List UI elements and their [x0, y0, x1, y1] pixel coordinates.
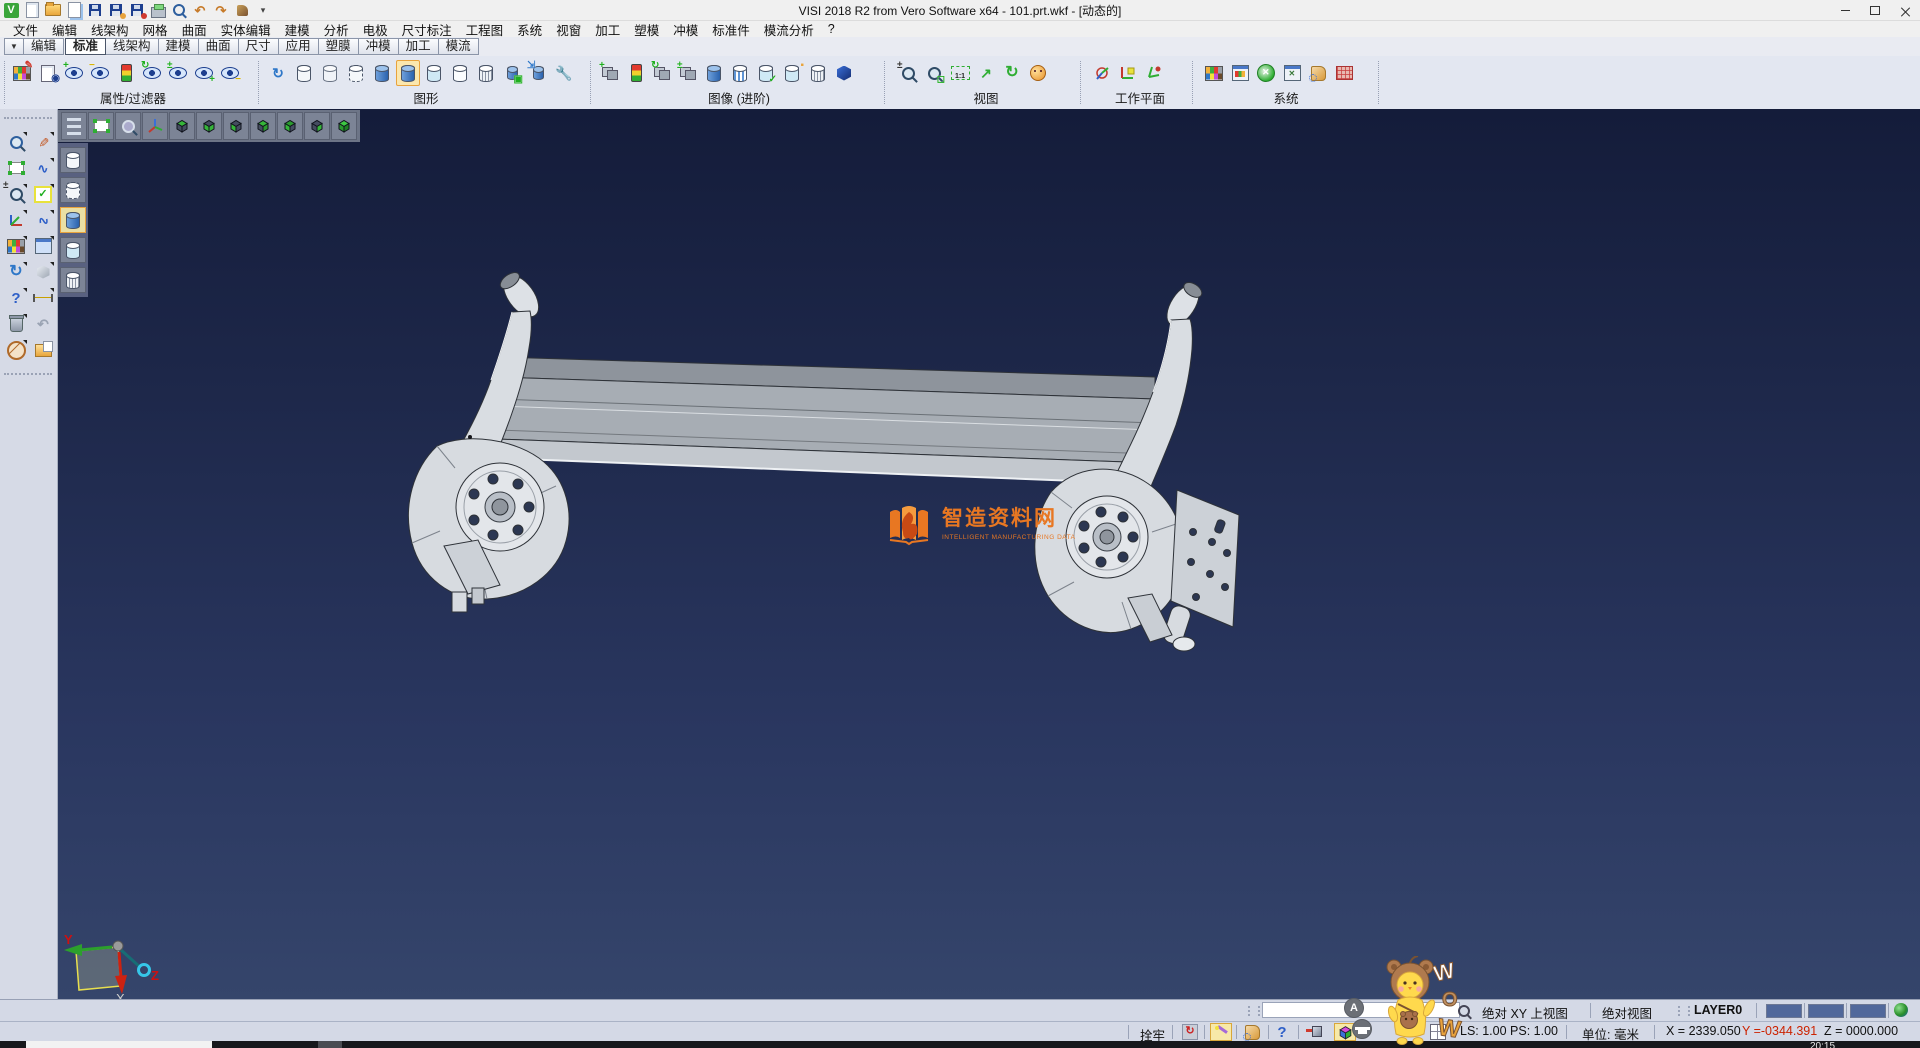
coord-y-readout: Y =-0344.391	[1742, 1024, 1817, 1038]
display-hidden-line-cylinder-icon[interactable]	[60, 177, 86, 203]
display-wireframe-cylinder-icon[interactable]	[60, 147, 86, 173]
z-axis-label: Z	[151, 968, 159, 983]
desktop-mascot: W O W	[1372, 956, 1472, 1048]
mascot-outfit-badge[interactable]	[1352, 1019, 1372, 1039]
view-reference-label[interactable]: 绝对 XY 上视图	[1482, 1003, 1568, 1022]
toolbar-drag-handle[interactable]	[1248, 1006, 1260, 1016]
view-bottom-cube-icon[interactable]	[196, 112, 222, 140]
view-menu-list-icon[interactable]	[61, 112, 87, 140]
view-mode-label[interactable]: 绝对视图	[1602, 1003, 1652, 1022]
view-back-cube-icon[interactable]	[250, 112, 276, 140]
watermark-logo-icon	[886, 502, 932, 546]
svg-text:W: W	[1436, 1014, 1463, 1044]
shirt-icon	[1358, 1027, 1367, 1034]
view-top-cube-icon[interactable]	[169, 112, 195, 140]
cad-model-axle[interactable]	[408, 268, 1239, 651]
view-front-cube-icon[interactable]	[223, 112, 249, 140]
application-window: V ↶ ↷ ▾ VISI 2018 R2 from Vero Software …	[0, 0, 1920, 1048]
display-shaded-cylinder-icon[interactable]	[60, 207, 86, 233]
mascot-character	[1387, 956, 1437, 1045]
z-axis-marker	[139, 965, 150, 976]
layer-color-swatch[interactable]	[1808, 1004, 1844, 1018]
view-toolbar	[58, 110, 360, 142]
stamp-tool-icon[interactable]	[1242, 1024, 1262, 1040]
snap-intersection-icon[interactable]	[1304, 1024, 1324, 1040]
toolbar-drag-handle[interactable]	[1678, 1006, 1690, 1016]
svg-text:O: O	[1442, 989, 1458, 1011]
view-left-cube-icon[interactable]	[277, 112, 303, 140]
coord-x-readout: X = 2339.050	[1666, 1024, 1741, 1038]
selection-wand-icon[interactable]	[1210, 1023, 1232, 1041]
taskbar-search-box[interactable]	[26, 1041, 212, 1048]
display-transparent-cylinder-icon[interactable]	[60, 237, 86, 263]
axis-triad-icon[interactable]	[142, 112, 168, 140]
assistant-badge[interactable]: A	[1344, 998, 1364, 1018]
layer-color-swatch[interactable]	[1766, 1004, 1802, 1018]
zoom-dynamic-magnifier-icon[interactable]	[115, 112, 141, 140]
query-help-icon[interactable]: ?	[1272, 1024, 1292, 1040]
display-mode-strip	[58, 143, 88, 297]
windows-taskbar: 20:15	[0, 1041, 1920, 1048]
watermark-subtitle: INTELLIGENT MANUFACTURING DATA	[942, 534, 1075, 541]
zoom-window-icon[interactable]	[88, 112, 114, 140]
view-right-cube-icon[interactable]	[304, 112, 330, 140]
globe-icon[interactable]	[1894, 1003, 1908, 1017]
ucs-triad: Y X Z	[64, 932, 159, 1006]
svg-text:W: W	[1431, 958, 1457, 987]
y-axis-label: Y	[64, 932, 73, 947]
status-bar-bottom: 拴牢 ↻ ? LS: 1.00 PS: 1.00 单位: 毫米 X = 2339…	[0, 1021, 1920, 1042]
scale-info-label: LS: 1.00 PS: 1.00	[1460, 1024, 1558, 1038]
watermark-title: 智造资料网	[942, 502, 1075, 532]
display-hatched-cylinder-icon[interactable]	[60, 267, 86, 293]
view-isometric-cube-icon[interactable]	[331, 112, 357, 140]
lock-refresh-icon[interactable]: ↻	[1180, 1024, 1200, 1040]
status-bar-top: 绝对 XY 上视图 绝对视图 LAYER0	[0, 999, 1920, 1021]
triad-origin	[113, 941, 123, 951]
mascot-wow-letters: W O W	[1431, 958, 1462, 1044]
coord-z-readout: Z = 0000.000	[1824, 1024, 1898, 1038]
layer-color-swatch[interactable]	[1850, 1004, 1886, 1018]
taskbar-clock[interactable]: 20:15	[1810, 1041, 1870, 1048]
watermark: 智造资料网 INTELLIGENT MANUFACTURING DATA	[886, 502, 1075, 546]
taskbar-app-button[interactable]	[318, 1041, 342, 1048]
active-layer-label[interactable]: LAYER0	[1694, 1003, 1742, 1017]
